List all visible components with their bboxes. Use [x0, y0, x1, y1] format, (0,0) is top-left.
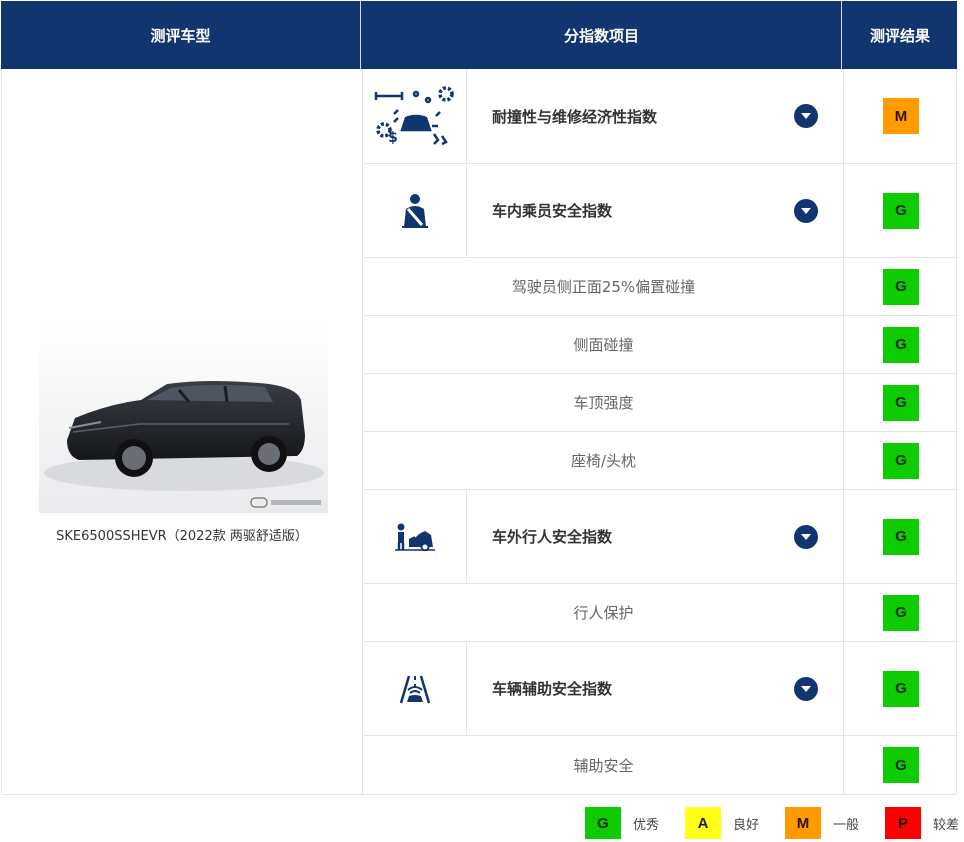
svg-text:$: $	[388, 130, 398, 146]
legend-text: 优秀	[633, 817, 660, 833]
index-label: 车内乘员安全指数	[492, 202, 613, 220]
table-row: 行人保护 G	[364, 584, 958, 642]
occupant-seatbelt-icon	[402, 193, 428, 228]
table-row: 座椅/头枕 G	[364, 432, 958, 490]
table-row: 车内乘员安全指数 G	[364, 164, 958, 258]
table-row: 驾驶员侧正面25%偏置碰撞 G	[364, 258, 958, 316]
table-row: $ 耐撞性与维修经济性指数 M	[364, 69, 958, 164]
result-badge: G	[883, 594, 919, 631]
legend-text: 一般	[833, 817, 860, 833]
legend-item-P: P 较差	[885, 807, 959, 839]
expand-button[interactable]	[794, 198, 818, 223]
result-badge: G	[883, 670, 919, 707]
expand-button[interactable]	[794, 676, 818, 701]
legend-text: 较差	[933, 817, 960, 833]
table-row: 车外行人安全指数 G	[364, 490, 958, 584]
table-row: 车辆辅助安全指数 G	[364, 642, 958, 736]
legend-badge: P	[885, 807, 921, 839]
legend-text: 良好	[733, 817, 760, 833]
result-badge: G	[883, 384, 919, 421]
crash-repair-icon: $	[374, 86, 454, 146]
table-row: 车顶强度 G	[364, 374, 958, 432]
header-result: 测评结果	[869, 26, 930, 45]
header-model: 测评车型	[1, 1, 361, 69]
car-photo	[39, 320, 328, 513]
legend-badge: M	[785, 807, 821, 839]
expand-button[interactable]	[794, 524, 818, 549]
car-model-cell: SKE6500SSHEVR（2022款 两驱舒适版）	[2, 69, 363, 794]
result-badge: M	[883, 98, 919, 134]
index-label: 耐撞性与维修经济性指数	[492, 107, 658, 126]
chevron-down-icon	[801, 533, 811, 540]
legend-item-M: M 一般	[785, 807, 859, 839]
result-badge: G	[883, 747, 919, 783]
index-label: 车外行人安全指数	[492, 528, 613, 546]
result-badge: G	[883, 326, 919, 363]
result-badge: G	[883, 192, 919, 229]
result-badge: G	[883, 442, 919, 479]
result-badge: G	[883, 518, 919, 555]
chevron-down-icon	[801, 207, 811, 214]
expand-button[interactable]	[794, 104, 818, 128]
lane-assist-icon	[399, 675, 431, 703]
sub-item-label: 辅助安全	[573, 756, 634, 775]
result-badge: G	[883, 268, 919, 305]
results-table: SKE6500SSHEVR（2022款 两驱舒适版） $ 耐撞性与维修经济性指数	[1, 69, 958, 795]
legend-badge: G	[585, 807, 621, 839]
legend-item-G: G 优秀	[585, 807, 659, 839]
chevron-down-icon	[801, 685, 811, 692]
sub-item-label: 侧面碰撞	[573, 336, 634, 354]
sub-item-label: 驾驶员侧正面25%偏置碰撞	[511, 278, 696, 296]
car-caption: SKE6500SSHEVR（2022款 两驱舒适版）	[56, 529, 308, 544]
pedestrian-icon	[395, 523, 435, 551]
sub-item-label: 车顶强度	[573, 394, 634, 412]
sub-item-label: 行人保护	[573, 604, 634, 622]
header-item: 分指数项目	[362, 1, 842, 69]
chevron-down-icon	[801, 113, 811, 119]
table-header: 测评车型 分指数项目 测评结果	[1, 1, 957, 69]
index-label: 车辆辅助安全指数	[492, 680, 613, 698]
legend-badge: A	[685, 807, 721, 839]
table-row: 侧面碰撞 G	[364, 316, 958, 374]
legend-item-A: A 良好	[685, 807, 759, 839]
table-row: 辅助安全 G	[364, 736, 958, 794]
sub-item-label: 座椅/头枕	[570, 452, 637, 470]
